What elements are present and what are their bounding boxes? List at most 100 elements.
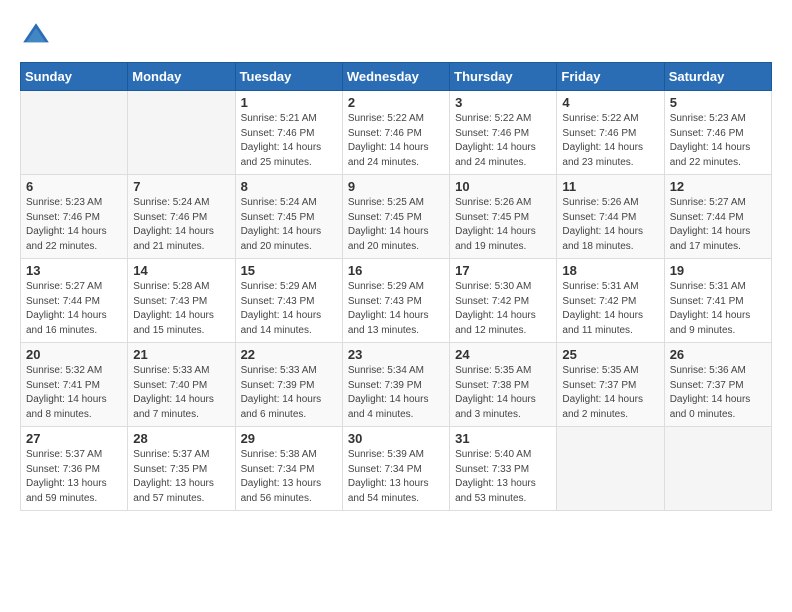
day-number: 13 [26,263,122,278]
day-info: Sunrise: 5:40 AM Sunset: 7:33 PM Dayligh… [455,448,551,506]
calendar-header-monday: Monday [128,63,235,91]
calendar-cell: 24 Sunrise: 5:35 AM Sunset: 7:38 PM Dayli… [450,343,557,427]
calendar-cell [128,91,235,175]
calendar-cell: 5 Sunrise: 5:23 AM Sunset: 7:46 PM Daylig… [664,91,771,175]
calendar-week-row: 13 Sunrise: 5:27 AM Sunset: 7:44 PM Dayli… [21,259,772,343]
day-number: 17 [455,263,551,278]
calendar-cell: 6 Sunrise: 5:23 AM Sunset: 7:46 PM Daylig… [21,175,128,259]
day-number: 19 [670,263,766,278]
day-number: 10 [455,179,551,194]
calendar-cell [557,427,664,511]
calendar-cell: 17 Sunrise: 5:30 AM Sunset: 7:42 PM Dayli… [450,259,557,343]
day-info: Sunrise: 5:31 AM Sunset: 7:42 PM Dayligh… [562,280,658,338]
calendar-header-friday: Friday [557,63,664,91]
calendar-cell: 19 Sunrise: 5:31 AM Sunset: 7:41 PM Dayli… [664,259,771,343]
day-info: Sunrise: 5:26 AM Sunset: 7:45 PM Dayligh… [455,196,551,254]
calendar-header-row: SundayMondayTuesdayWednesdayThursdayFrid… [21,63,772,91]
calendar-table: SundayMondayTuesdayWednesdayThursdayFrid… [20,62,772,511]
day-info: Sunrise: 5:27 AM Sunset: 7:44 PM Dayligh… [26,280,122,338]
logo [20,20,56,52]
calendar-header-tuesday: Tuesday [235,63,342,91]
calendar-cell: 7 Sunrise: 5:24 AM Sunset: 7:46 PM Daylig… [128,175,235,259]
day-number: 30 [348,431,444,446]
day-number: 22 [241,347,337,362]
day-info: Sunrise: 5:22 AM Sunset: 7:46 PM Dayligh… [455,112,551,170]
day-number: 27 [26,431,122,446]
calendar-cell: 25Sunrise: 5:35 AM Sunset: 7:37 PM Dayli… [557,343,664,427]
day-info: Sunrise: 5:39 AM Sunset: 7:34 PM Dayligh… [348,448,444,506]
calendar-cell: 18 Sunrise: 5:31 AM Sunset: 7:42 PM Dayli… [557,259,664,343]
day-number: 4 [562,95,658,110]
day-info: Sunrise: 5:33 AM Sunset: 7:40 PM Dayligh… [133,364,229,422]
day-info: Sunrise: 5:37 AM Sunset: 7:35 PM Dayligh… [133,448,229,506]
day-info: Sunrise: 5:38 AM Sunset: 7:34 PM Dayligh… [241,448,337,506]
day-number: 2 [348,95,444,110]
day-info: Sunrise: 5:28 AM Sunset: 7:43 PM Dayligh… [133,280,229,338]
day-info: Sunrise: 5:34 AM Sunset: 7:39 PM Dayligh… [348,364,444,422]
day-info: Sunrise: 5:32 AM Sunset: 7:41 PM Dayligh… [26,364,122,422]
calendar-cell: 27 Sunrise: 5:37 AM Sunset: 7:36 PM Dayli… [21,427,128,511]
calendar-cell: 8Sunrise: 5:24 AM Sunset: 7:45 PM Daylig… [235,175,342,259]
calendar-week-row: 20 Sunrise: 5:32 AM Sunset: 7:41 PM Dayli… [21,343,772,427]
day-info: Sunrise: 5:25 AM Sunset: 7:45 PM Dayligh… [348,196,444,254]
calendar-cell: 23 Sunrise: 5:34 AM Sunset: 7:39 PM Dayli… [342,343,449,427]
calendar-header-saturday: Saturday [664,63,771,91]
calendar-week-row: 27 Sunrise: 5:37 AM Sunset: 7:36 PM Dayli… [21,427,772,511]
day-info: Sunrise: 5:23 AM Sunset: 7:46 PM Dayligh… [670,112,766,170]
day-number: 31 [455,431,551,446]
day-info: Sunrise: 5:33 AM Sunset: 7:39 PM Dayligh… [241,364,337,422]
day-number: 6 [26,179,122,194]
day-number: 23 [348,347,444,362]
calendar-header-wednesday: Wednesday [342,63,449,91]
calendar-cell: 31 Sunrise: 5:40 AM Sunset: 7:33 PM Dayli… [450,427,557,511]
day-info: Sunrise: 5:35 AM Sunset: 7:37 PM Dayligh… [562,364,658,422]
day-info: Sunrise: 5:26 AM Sunset: 7:44 PM Dayligh… [562,196,658,254]
day-info: Sunrise: 5:24 AM Sunset: 7:46 PM Dayligh… [133,196,229,254]
calendar-cell: 21Sunrise: 5:33 AM Sunset: 7:40 PM Dayli… [128,343,235,427]
day-info: Sunrise: 5:36 AM Sunset: 7:37 PM Dayligh… [670,364,766,422]
calendar-cell: 2 Sunrise: 5:22 AM Sunset: 7:46 PM Daylig… [342,91,449,175]
calendar-cell: 30 Sunrise: 5:39 AM Sunset: 7:34 PM Dayli… [342,427,449,511]
day-number: 8 [241,179,337,194]
calendar-week-row: 1Sunrise: 5:21 AM Sunset: 7:46 PM Daylig… [21,91,772,175]
day-info: Sunrise: 5:27 AM Sunset: 7:44 PM Dayligh… [670,196,766,254]
calendar-cell: 20 Sunrise: 5:32 AM Sunset: 7:41 PM Dayli… [21,343,128,427]
calendar-cell: 13 Sunrise: 5:27 AM Sunset: 7:44 PM Dayli… [21,259,128,343]
calendar-cell: 11 Sunrise: 5:26 AM Sunset: 7:44 PM Dayli… [557,175,664,259]
day-number: 1 [241,95,337,110]
calendar-cell: 1Sunrise: 5:21 AM Sunset: 7:46 PM Daylig… [235,91,342,175]
day-number: 16 [348,263,444,278]
calendar-cell [664,427,771,511]
day-info: Sunrise: 5:23 AM Sunset: 7:46 PM Dayligh… [26,196,122,254]
day-info: Sunrise: 5:37 AM Sunset: 7:36 PM Dayligh… [26,448,122,506]
day-number: 12 [670,179,766,194]
day-number: 28 [133,431,229,446]
day-number: 5 [670,95,766,110]
calendar-cell: 9Sunrise: 5:25 AM Sunset: 7:45 PM Daylig… [342,175,449,259]
day-number: 3 [455,95,551,110]
calendar-cell: 14 Sunrise: 5:28 AM Sunset: 7:43 PM Dayli… [128,259,235,343]
calendar-week-row: 6 Sunrise: 5:23 AM Sunset: 7:46 PM Daylig… [21,175,772,259]
calendar-cell: 15 Sunrise: 5:29 AM Sunset: 7:43 PM Dayli… [235,259,342,343]
logo-icon [20,20,52,52]
day-number: 15 [241,263,337,278]
calendar-cell: 28 Sunrise: 5:37 AM Sunset: 7:35 PM Dayli… [128,427,235,511]
calendar-cell: 4Sunrise: 5:22 AM Sunset: 7:46 PM Daylig… [557,91,664,175]
day-info: Sunrise: 5:22 AM Sunset: 7:46 PM Dayligh… [348,112,444,170]
day-number: 7 [133,179,229,194]
calendar-header-thursday: Thursday [450,63,557,91]
calendar-header-sunday: Sunday [21,63,128,91]
day-info: Sunrise: 5:35 AM Sunset: 7:38 PM Dayligh… [455,364,551,422]
day-info: Sunrise: 5:30 AM Sunset: 7:42 PM Dayligh… [455,280,551,338]
day-number: 20 [26,347,122,362]
day-info: Sunrise: 5:29 AM Sunset: 7:43 PM Dayligh… [348,280,444,338]
day-number: 24 [455,347,551,362]
day-info: Sunrise: 5:31 AM Sunset: 7:41 PM Dayligh… [670,280,766,338]
day-number: 11 [562,179,658,194]
day-number: 18 [562,263,658,278]
day-info: Sunrise: 5:29 AM Sunset: 7:43 PM Dayligh… [241,280,337,338]
calendar-cell: 29Sunrise: 5:38 AM Sunset: 7:34 PM Dayli… [235,427,342,511]
calendar-cell: 26Sunrise: 5:36 AM Sunset: 7:37 PM Dayli… [664,343,771,427]
day-number: 14 [133,263,229,278]
calendar-cell: 12 Sunrise: 5:27 AM Sunset: 7:44 PM Dayli… [664,175,771,259]
